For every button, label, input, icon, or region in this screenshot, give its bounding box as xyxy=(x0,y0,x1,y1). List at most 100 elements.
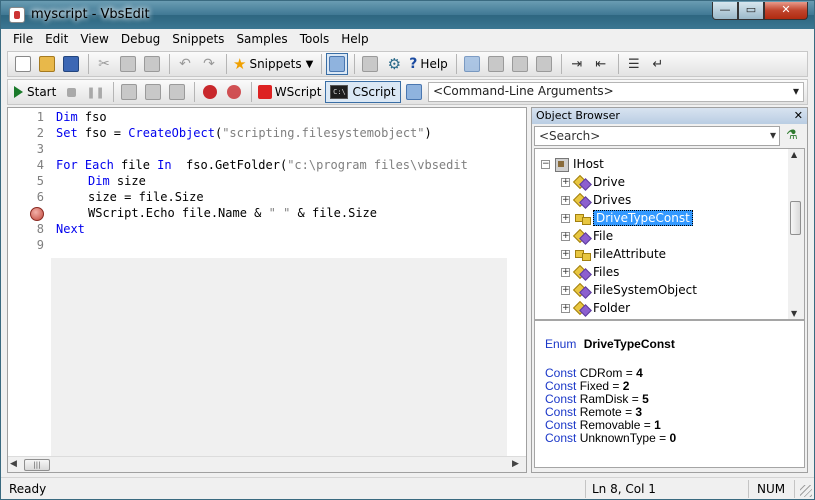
object-tree[interactable]: − IHost + Drive + Drives + DriveTypeCons… xyxy=(534,148,805,320)
breakpoint-marker[interactable] xyxy=(30,207,44,221)
step-out-button[interactable] xyxy=(166,81,188,103)
tree-root-ihost[interactable]: − IHost xyxy=(541,155,604,173)
code-editor[interactable]: 1 2 3 4 5 6 8 9 Dim fso Set fso = Create… xyxy=(7,107,527,473)
resize-grip[interactable] xyxy=(800,485,812,497)
stop-button[interactable] xyxy=(60,81,82,103)
wrap-icon: ↵ xyxy=(652,56,664,72)
menu-snippets[interactable]: Snippets xyxy=(166,32,230,46)
copy-button[interactable] xyxy=(117,53,139,75)
title-bar[interactable]: myscript - VbsEdit — ▭ ✕ xyxy=(1,1,814,29)
bookmark-clear-button[interactable] xyxy=(533,53,555,75)
scroll-down-icon[interactable]: ▼ xyxy=(791,309,797,318)
expand-icon[interactable]: + xyxy=(561,213,570,223)
toolbar-separator xyxy=(88,54,89,74)
snippets-label: Snippets xyxy=(249,57,302,71)
class-icon xyxy=(574,283,590,297)
redo-button[interactable]: ↷ xyxy=(198,53,220,75)
redo-icon: ↷ xyxy=(203,56,215,72)
menu-debug[interactable]: Debug xyxy=(115,32,166,46)
start-button[interactable]: Start xyxy=(12,81,58,103)
tree-item-files[interactable]: + Files xyxy=(561,263,619,281)
scroll-left-icon[interactable]: ◀ xyxy=(10,459,22,471)
expand-icon[interactable]: + xyxy=(561,303,570,313)
menu-help[interactable]: Help xyxy=(335,32,374,46)
toggle-breakpoint-button[interactable] xyxy=(199,81,221,103)
toolbar-separator xyxy=(169,54,170,74)
tree-vertical-scrollbar[interactable]: ▲ ▼ xyxy=(788,149,804,319)
settings-button[interactable]: ⚙ xyxy=(383,53,405,75)
horizontal-scrollbar[interactable]: ◀ ||| ▶ xyxy=(8,456,526,472)
menu-samples[interactable]: Samples xyxy=(230,32,293,46)
step-over-button[interactable] xyxy=(142,81,164,103)
expand-icon[interactable]: + xyxy=(561,195,570,205)
command-line-args-combo[interactable]: <Command-Line Arguments> xyxy=(428,82,804,102)
menu-file[interactable]: File xyxy=(7,32,39,46)
scroll-thumb[interactable]: ||| xyxy=(24,459,50,471)
bookmark-prev-button[interactable] xyxy=(485,53,507,75)
tree-item-fileattribute[interactable]: + FileAttribute xyxy=(561,245,666,263)
line-number-gutter[interactable]: 1 2 3 4 5 6 8 9 xyxy=(8,108,48,458)
wscript-button[interactable]: WScript xyxy=(256,81,324,103)
new-file-button[interactable] xyxy=(12,53,34,75)
step-into-button[interactable] xyxy=(118,81,140,103)
toggle-panel-button[interactable] xyxy=(326,53,349,75)
close-icon[interactable]: ✕ xyxy=(794,108,803,124)
expand-icon[interactable]: + xyxy=(561,231,570,241)
code-line: size = file.Size xyxy=(88,190,204,204)
list-icon: ☰ xyxy=(627,56,640,72)
comment-button[interactable] xyxy=(461,53,483,75)
menu-edit[interactable]: Edit xyxy=(39,32,74,46)
tree-item-drives[interactable]: + Drives xyxy=(561,191,631,209)
maximize-button[interactable]: ▭ xyxy=(738,2,764,20)
toolbar-separator xyxy=(617,54,619,74)
outdent-button[interactable]: ⇤ xyxy=(590,53,612,75)
find-icon[interactable]: ⚗ xyxy=(786,128,802,144)
cscript-button[interactable]: C:\ CScript xyxy=(325,81,401,103)
scroll-thumb[interactable] xyxy=(790,201,801,235)
bookmark-next-button[interactable] xyxy=(509,53,531,75)
tree-item-filesystemobject[interactable]: + FileSystemObject xyxy=(561,281,697,299)
expand-icon[interactable]: + xyxy=(561,285,570,295)
toolbar-separator xyxy=(354,54,356,74)
pause-button[interactable]: ❚❚ xyxy=(84,81,106,103)
expand-icon[interactable]: + xyxy=(561,249,570,259)
clear-breakpoints-button[interactable] xyxy=(223,81,245,103)
close-button[interactable]: ✕ xyxy=(764,2,808,20)
copy-icon xyxy=(120,56,136,72)
tree-item-folder[interactable]: + Folder xyxy=(561,299,630,317)
save-button[interactable] xyxy=(60,53,82,75)
print-preview-button[interactable] xyxy=(359,53,381,75)
code-line: Dim size xyxy=(88,174,146,188)
tree-item-label: Drive xyxy=(593,175,625,189)
step-out-icon xyxy=(168,84,185,100)
paste-button[interactable] xyxy=(141,53,163,75)
wrap-button[interactable]: ↵ xyxy=(647,53,669,75)
enum-declaration: Enum DriveTypeConst xyxy=(545,337,675,351)
tree-item-drive[interactable]: + Drive xyxy=(561,173,625,191)
open-file-button[interactable] xyxy=(36,53,58,75)
expand-icon[interactable]: + xyxy=(561,177,570,187)
tree-item-file[interactable]: + File xyxy=(561,227,613,245)
bookmark-next-icon xyxy=(511,56,528,72)
help-button[interactable]: ? Help xyxy=(407,53,449,75)
scroll-right-icon[interactable]: ▶ xyxy=(512,459,524,471)
indent-button[interactable]: ⇥ xyxy=(566,53,588,75)
object-browser-header: Object Browser ✕ xyxy=(532,108,807,124)
object-details-pane: Enum DriveTypeConst Const CDRom = 4 Cons… xyxy=(534,320,805,468)
snippets-dropdown[interactable]: ★ Snippets ▼ xyxy=(231,53,315,75)
format-button[interactable]: ☰ xyxy=(623,53,645,75)
menu-tools[interactable]: Tools xyxy=(294,32,336,46)
expand-icon[interactable]: + xyxy=(561,267,570,277)
cut-button[interactable]: ✂ xyxy=(93,53,115,75)
undo-button[interactable]: ↶ xyxy=(174,53,196,75)
minimize-button[interactable]: — xyxy=(712,2,738,20)
line-number: 2 xyxy=(36,126,44,140)
standard-toolbar: ✂ ↶ ↷ ★ Snippets ▼ ⚙ ? Help ⇥ ⇤ ☰ ↵ xyxy=(7,51,808,77)
collapse-icon[interactable]: − xyxy=(541,159,550,169)
output-window-button[interactable] xyxy=(403,81,425,103)
object-search-combo[interactable]: <Search> xyxy=(534,126,780,146)
stop-icon xyxy=(66,87,76,97)
scroll-up-icon[interactable]: ▲ xyxy=(791,150,797,159)
tree-item-drivetypeconst[interactable]: + DriveTypeConst xyxy=(561,209,693,227)
menu-view[interactable]: View xyxy=(74,32,114,46)
